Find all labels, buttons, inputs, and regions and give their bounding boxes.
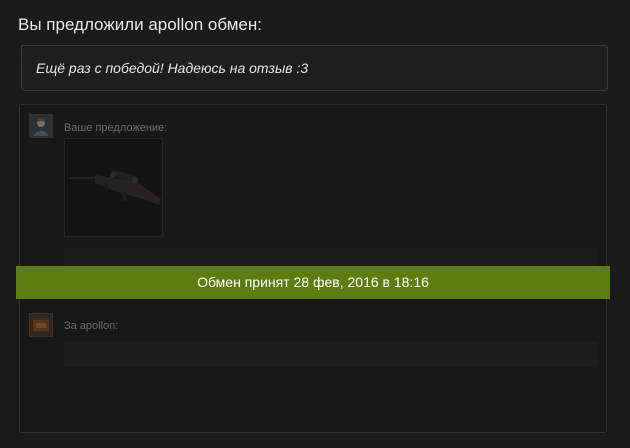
- partner-offer-label: За apollon:: [64, 320, 119, 332]
- avatar[interactable]: [29, 114, 53, 138]
- user-avatar-icon: [30, 115, 52, 137]
- trade-offer-title: Вы предложили apollon обмен:: [18, 15, 262, 34]
- partner-avatar-icon: [30, 314, 52, 336]
- message-text: Ещё раз с победой! Надеюсь на отзыв :3: [36, 60, 309, 76]
- trade-status-banner: Обмен принят 28 фев, 2016 в 18:16: [16, 266, 610, 299]
- rifle-icon: [69, 170, 161, 205]
- your-offer-label: Ваше предложение:: [64, 122, 168, 134]
- trade-message: Ещё раз с победой! Надеюсь на отзыв :3: [21, 45, 608, 91]
- partner-offer-bar: [64, 342, 598, 367]
- trade-offer-page: Вы предложили apollon обмен: Ещё раз с п…: [0, 0, 630, 448]
- partner-avatar[interactable]: [29, 313, 53, 337]
- trade-item-slot[interactable]: [64, 138, 163, 237]
